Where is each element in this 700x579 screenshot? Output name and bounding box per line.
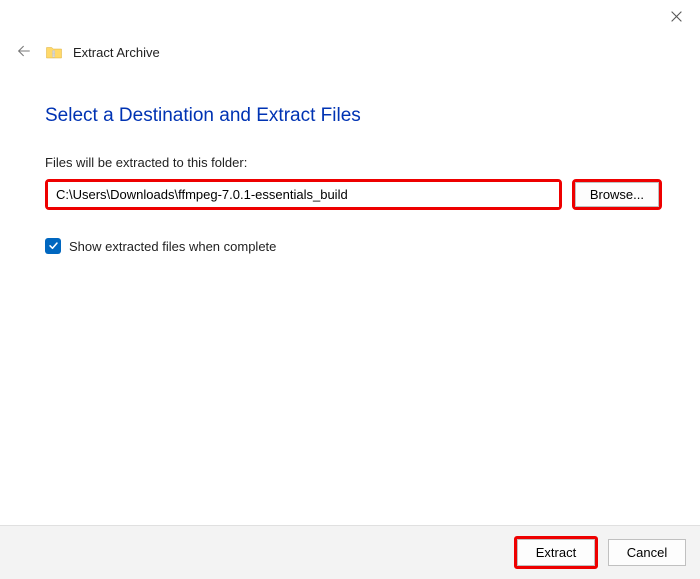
- archive-folder-icon: [45, 43, 63, 61]
- destination-label: Files will be extracted to this folder:: [45, 155, 662, 170]
- checkmark-icon: [48, 239, 59, 254]
- back-button[interactable]: [13, 41, 35, 63]
- page-title: Select a Destination and Extract Files: [45, 105, 662, 127]
- footer: Extract Cancel: [0, 525, 700, 579]
- browse-button[interactable]: Browse...: [575, 182, 659, 207]
- show-extracted-label[interactable]: Show extracted files when complete: [69, 239, 276, 254]
- close-icon: [670, 10, 683, 26]
- titlebar: [0, 0, 700, 36]
- header-row: Extract Archive: [13, 40, 160, 64]
- path-input-highlight: [45, 179, 562, 210]
- cancel-button[interactable]: Cancel: [608, 539, 686, 566]
- show-extracted-checkbox-row: Show extracted files when complete: [45, 238, 662, 254]
- window-title: Extract Archive: [73, 45, 160, 60]
- browse-button-highlight: Browse...: [572, 179, 662, 210]
- show-extracted-checkbox[interactable]: [45, 238, 61, 254]
- close-button[interactable]: [666, 8, 686, 28]
- extract-button-highlight: Extract: [514, 536, 598, 569]
- destination-path-input[interactable]: [48, 182, 559, 207]
- arrow-left-icon: [16, 43, 32, 62]
- path-row: Browse...: [45, 179, 662, 210]
- content-area: Select a Destination and Extract Files F…: [45, 105, 662, 254]
- extract-button[interactable]: Extract: [517, 539, 595, 566]
